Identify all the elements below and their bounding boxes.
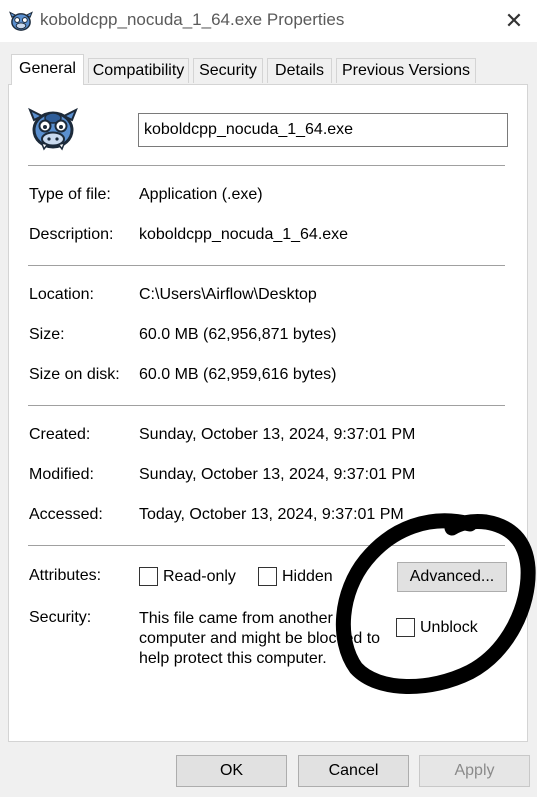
divider xyxy=(28,265,505,266)
accessed-label: Accessed: xyxy=(29,506,103,523)
file-name-field[interactable] xyxy=(138,113,508,147)
security-label: Security: xyxy=(29,609,92,626)
size-on-disk-value: 60.0 MB (62,959,616 bytes) xyxy=(139,366,337,383)
location-label: Location: xyxy=(29,286,94,303)
divider xyxy=(28,545,505,546)
type-label: Type of file: xyxy=(29,186,111,203)
close-icon[interactable]: ✕ xyxy=(505,8,523,34)
hidden-checkbox[interactable] xyxy=(258,567,277,586)
cancel-button[interactable]: Cancel xyxy=(298,755,409,787)
created-label: Created: xyxy=(29,426,91,443)
close-button[interactable]: ✕ xyxy=(491,0,537,42)
kobold-mascot-icon xyxy=(9,11,33,31)
type-value: Application (.exe) xyxy=(139,186,263,203)
readonly-checkbox[interactable] xyxy=(139,567,158,586)
hidden-label[interactable]: Hidden xyxy=(282,568,333,586)
advanced-button[interactable]: Advanced... xyxy=(397,562,507,592)
tab-previous-versions[interactable]: Previous Versions xyxy=(336,58,476,83)
security-message: This file came from another computer and… xyxy=(139,610,381,667)
modified-value: Sunday, October 13, 2024, 9:37:01 PM xyxy=(139,466,416,483)
divider xyxy=(28,405,505,406)
tab-general[interactable]: General xyxy=(11,54,84,85)
tab-details[interactable]: Details xyxy=(267,58,332,83)
tab-security[interactable]: Security xyxy=(193,58,263,83)
modified-label: Modified: xyxy=(29,466,94,483)
size-on-disk-label: Size on disk: xyxy=(29,366,120,383)
size-label: Size: xyxy=(29,326,65,343)
divider xyxy=(28,165,505,166)
kobold-mascot-icon xyxy=(28,107,78,151)
tab-compatibility[interactable]: Compatibility xyxy=(88,58,189,83)
readonly-label[interactable]: Read-only xyxy=(163,568,236,586)
location-value: C:\Users\Airflow\Desktop xyxy=(139,286,317,303)
accessed-value: Today, October 13, 2024, 9:37:01 PM xyxy=(139,506,404,523)
size-value: 60.0 MB (62,956,871 bytes) xyxy=(139,326,337,343)
ok-button[interactable]: OK xyxy=(176,755,287,787)
window-title: koboldcpp_nocuda_1_64.exe Properties xyxy=(40,10,345,29)
description-value: koboldcpp_nocuda_1_64.exe xyxy=(139,226,349,243)
unblock-label[interactable]: Unblock xyxy=(420,619,478,637)
created-value: Sunday, October 13, 2024, 9:37:01 PM xyxy=(139,426,416,443)
description-label: Description: xyxy=(29,226,114,243)
unblock-checkbox[interactable] xyxy=(396,618,415,637)
title-bar: koboldcpp_nocuda_1_64.exe Properties ✕ xyxy=(0,0,537,42)
apply-button[interactable]: Apply xyxy=(419,755,530,787)
attributes-label: Attributes: xyxy=(29,567,102,584)
